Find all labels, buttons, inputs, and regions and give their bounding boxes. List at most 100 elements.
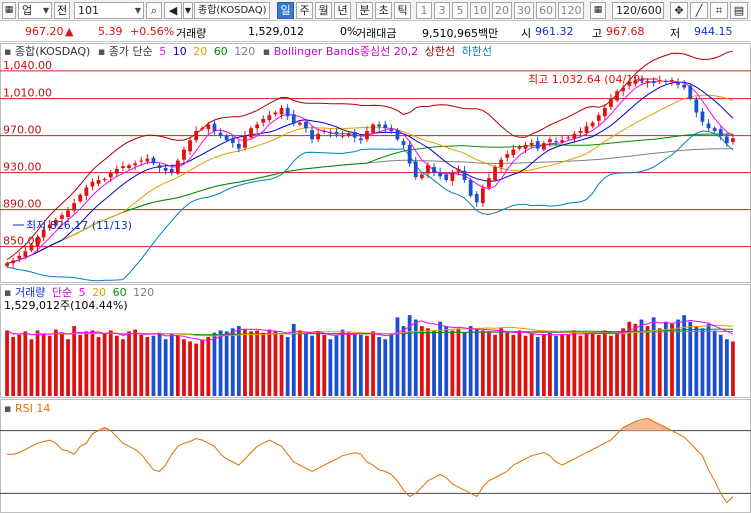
volume-bar	[310, 335, 314, 396]
amount-value: 9,510,965백만	[422, 27, 499, 40]
candle-body	[352, 131, 357, 138]
volume-bars	[5, 315, 735, 396]
candle-body	[554, 141, 558, 143]
step-30[interactable]: 30	[514, 2, 534, 19]
volume-bar	[444, 326, 449, 396]
upper-band-legend: 상한선	[425, 45, 455, 58]
market-select[interactable]: ▦	[2, 2, 16, 19]
volume-bar	[53, 329, 58, 396]
rsi-pane[interactable]	[0, 399, 751, 513]
volume-bar	[578, 335, 583, 396]
period-tab-day[interactable]: 일	[277, 2, 294, 19]
volume-bar	[35, 330, 40, 396]
candle-body	[218, 132, 223, 136]
price-change: 5.39	[98, 25, 123, 38]
volume-bar	[590, 333, 595, 396]
volume-bar	[212, 332, 217, 396]
candle-body	[731, 138, 735, 143]
options-button[interactable]: ▦	[590, 2, 606, 19]
candle-body	[78, 194, 83, 202]
speaker-icon[interactable]: ◀	[164, 2, 182, 19]
candle-body	[169, 168, 174, 173]
volume-bar	[84, 331, 89, 396]
candle-body	[5, 263, 9, 267]
count-field[interactable]: 120/600	[612, 2, 664, 19]
period-tab-month[interactable]: 월	[315, 2, 332, 19]
volume-bar	[5, 330, 9, 396]
volume-bar	[23, 331, 28, 396]
candle-body	[584, 126, 589, 133]
candle-body	[316, 133, 321, 140]
candle-body	[718, 129, 723, 136]
period-tab-year[interactable]: 년	[334, 2, 351, 19]
volume-ma-120: 120	[133, 286, 154, 299]
step-10[interactable]: 10	[470, 2, 490, 19]
candle-body	[304, 121, 308, 129]
market-type-select[interactable]: 업 ▼	[18, 2, 52, 19]
volume-bar	[182, 339, 186, 396]
volume-bar	[188, 341, 192, 396]
candle-body	[358, 138, 363, 141]
layout-icon[interactable]: ▤	[730, 2, 748, 19]
candle-body	[346, 133, 351, 136]
volume-bar	[163, 339, 168, 396]
volume-bar	[328, 339, 333, 396]
high-label: 고	[592, 27, 603, 40]
volume-bar	[548, 332, 552, 396]
step-5[interactable]: 5	[452, 2, 468, 19]
search-icon[interactable]: ⌕	[146, 2, 162, 19]
candle-body	[114, 168, 119, 174]
tools-icon[interactable]: ✥	[670, 2, 688, 19]
candle-body	[236, 143, 241, 149]
lower-band-legend: 하한선	[462, 44, 492, 58]
stock-chart[interactable]: ▪ 종합(KOSDAQ) ▪ 종가 단순 5 10 20 60 120 ▪ Bo…	[0, 43, 751, 513]
period-tab-tick[interactable]: 틱	[394, 2, 411, 19]
ma-legend-10: 10	[173, 45, 187, 58]
drawing-tool-icon[interactable]: ╱	[690, 2, 708, 19]
volume-bar	[291, 323, 296, 396]
all-button[interactable]: 전	[54, 2, 70, 19]
volume-bar	[474, 328, 479, 396]
period-tab-second[interactable]: 초	[375, 2, 392, 19]
candle-body	[200, 128, 205, 130]
step-120[interactable]: 120	[558, 2, 584, 19]
candle-body	[621, 87, 626, 92]
candle-body	[676, 81, 680, 85]
volume-bar	[511, 334, 516, 396]
period-tab-week[interactable]: 주	[296, 2, 313, 19]
dropdown-chevron-icon[interactable]: ▼	[183, 2, 193, 19]
market-type-label: 업	[22, 4, 33, 17]
candle-body	[487, 178, 491, 188]
volume-bar	[297, 330, 302, 396]
step-20[interactable]: 20	[492, 2, 512, 19]
volume-bar	[688, 321, 693, 396]
volume-bar	[541, 334, 546, 396]
volume-bar	[243, 329, 247, 396]
candle-body	[182, 149, 186, 160]
candle-body	[419, 174, 424, 179]
chart-settings-icon[interactable]: ⌗	[710, 2, 728, 19]
volume-bar	[17, 334, 22, 396]
step-1[interactable]: 1	[416, 2, 432, 19]
candle-body	[474, 193, 479, 203]
volume-bar	[169, 333, 174, 396]
open-value: 961.32	[535, 25, 574, 38]
candle-body	[401, 141, 406, 145]
current-price: 967.20	[25, 25, 64, 38]
step-3[interactable]: 3	[434, 2, 450, 19]
candle-body	[163, 168, 168, 171]
ma-legend-label: 종가 단순	[109, 45, 153, 58]
candle-body	[255, 124, 260, 129]
candle-body	[194, 131, 199, 141]
period-tab-minute[interactable]: 분	[356, 2, 373, 19]
candle-body	[724, 136, 729, 144]
amount-label: 거래대금	[356, 27, 397, 40]
candle-body	[102, 179, 107, 181]
volume-bar	[358, 334, 363, 396]
step-60[interactable]: 60	[536, 2, 556, 19]
volume-bar	[517, 330, 522, 396]
high-value: 967.68	[606, 25, 645, 38]
code-input[interactable]: 101 ▼	[74, 2, 144, 19]
candle-body	[389, 129, 394, 131]
candle-body	[682, 84, 687, 88]
